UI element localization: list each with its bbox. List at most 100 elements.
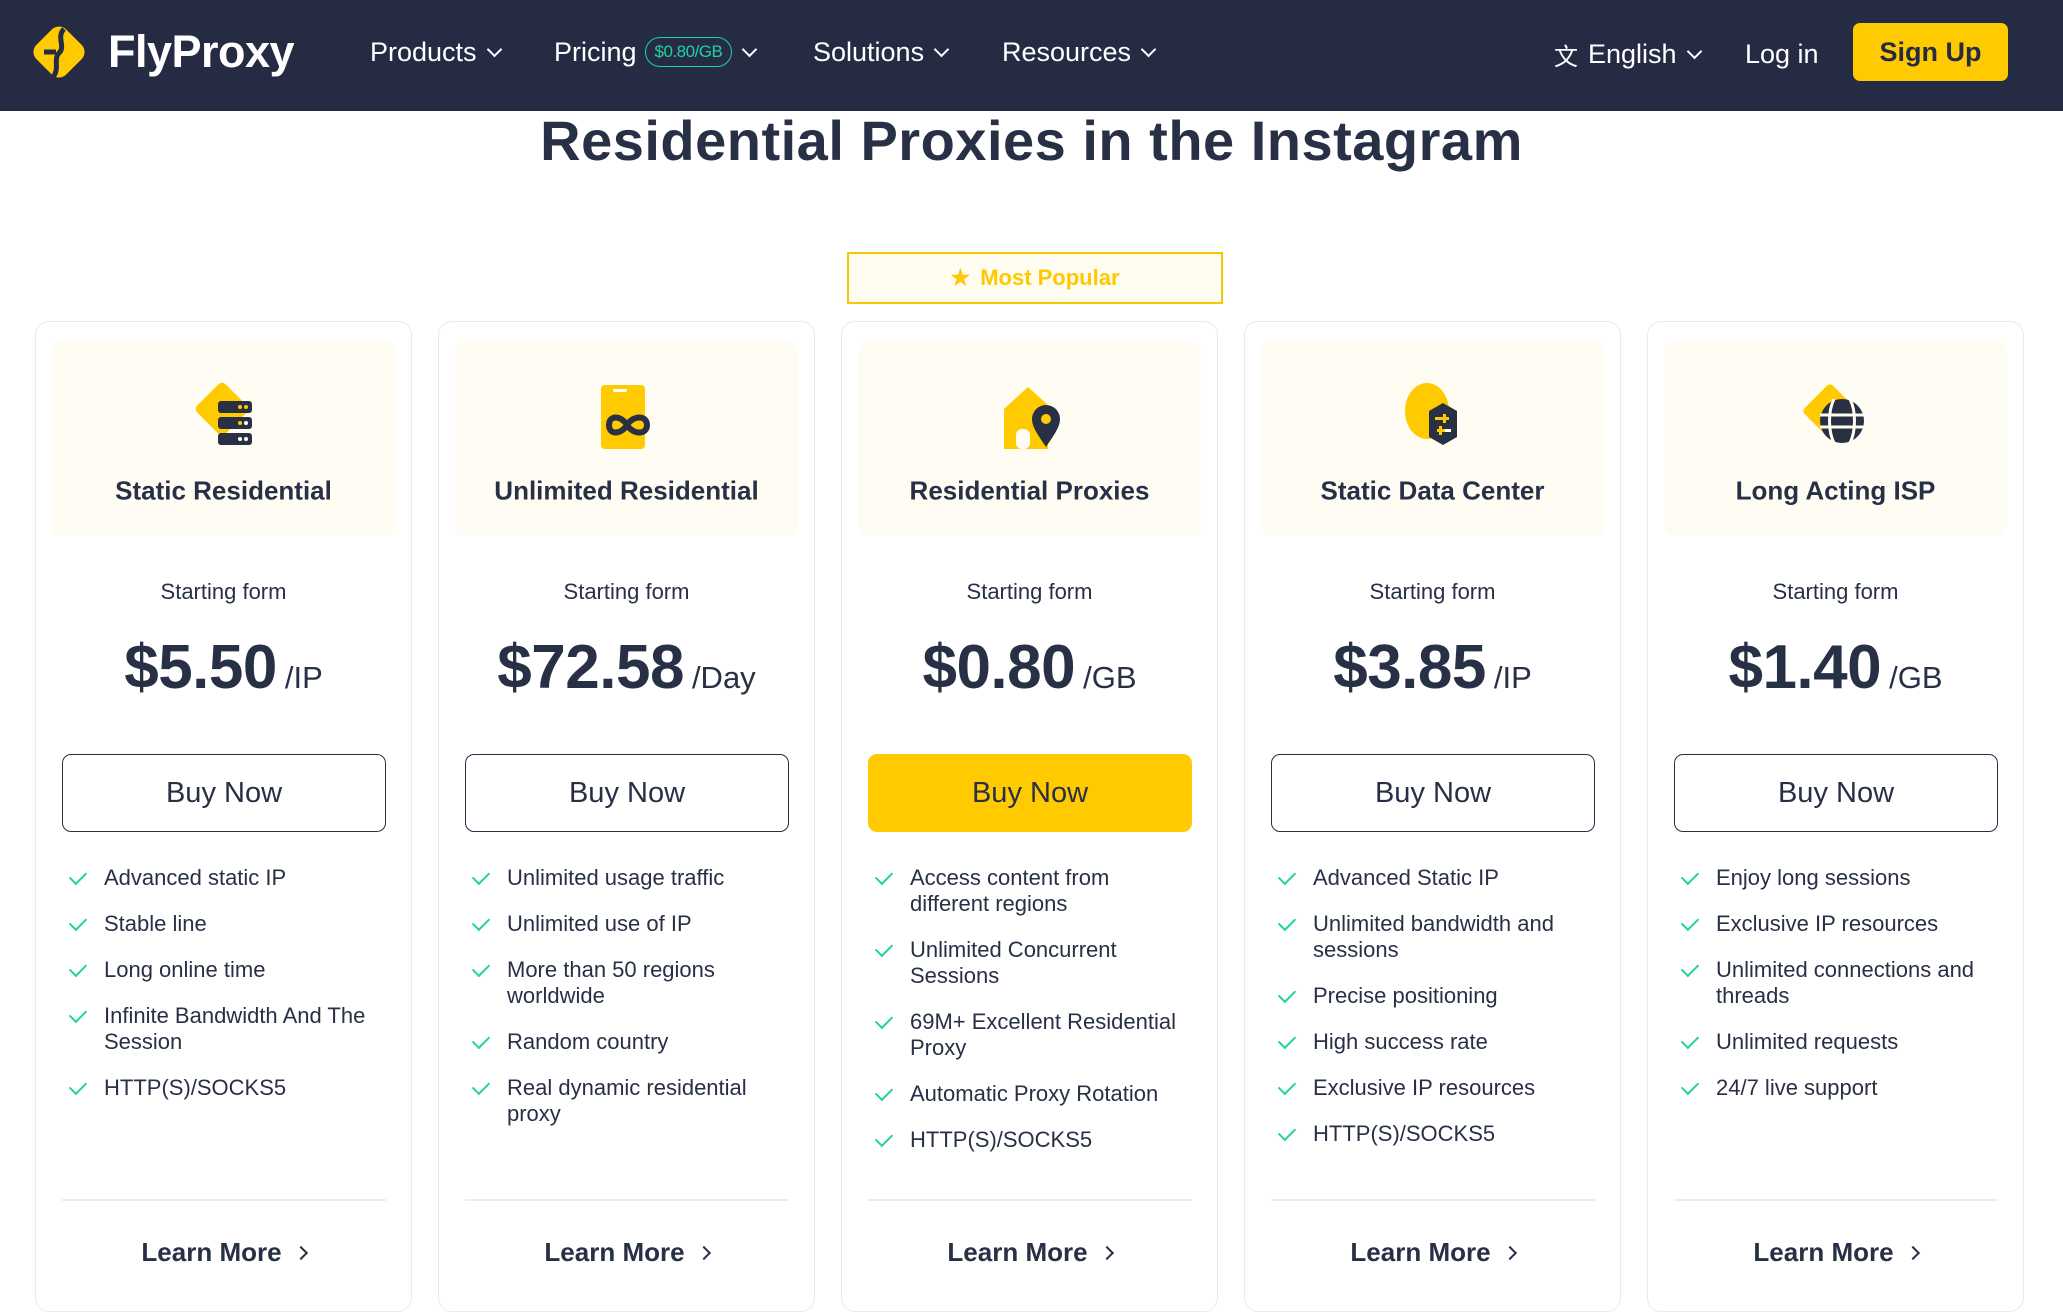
learn-more-link[interactable]: Learn More — [36, 1237, 411, 1268]
nav-resources[interactable]: Resources — [1002, 30, 1157, 74]
feature-text: Unlimited usage traffic — [507, 865, 725, 890]
nav-resources-label: Resources — [1002, 36, 1132, 67]
check-icon — [1680, 866, 1700, 886]
feature-text: HTTP(S)/SOCKS5 — [104, 1075, 287, 1100]
brand-logo[interactable]: FlyProxy — [26, 19, 295, 85]
chevron-right-icon — [1502, 1245, 1517, 1260]
feature-text: HTTP(S)/SOCKS5 — [910, 1127, 1093, 1152]
feature-item: HTTP(S)/SOCKS5 — [66, 1075, 386, 1101]
chevron-right-icon — [1099, 1245, 1114, 1260]
price-unit: /IP — [284, 660, 323, 695]
check-icon — [68, 1076, 88, 1096]
learn-more-link[interactable]: Learn More — [842, 1237, 1217, 1268]
feature-item: Advanced static IP — [66, 865, 386, 891]
price-unit: /Day — [691, 660, 756, 695]
chevron-right-icon — [696, 1245, 711, 1260]
divider — [62, 1199, 386, 1201]
price-unit: /GB — [1889, 660, 1943, 695]
card-title: Unlimited Residential — [494, 475, 759, 506]
feature-item: More than 50 regions worldwide — [469, 957, 789, 1009]
buy-now-button[interactable]: Buy Now — [868, 754, 1192, 832]
star-icon: ★ — [950, 265, 971, 290]
nav-pricing-label: Pricing — [554, 36, 637, 67]
feature-item: Precise positioning — [1275, 983, 1595, 1009]
check-icon — [471, 958, 491, 978]
card-header: Static Data Center — [1261, 341, 1604, 536]
chevron-down-icon — [486, 41, 502, 57]
feature-text: 24/7 live support — [1716, 1075, 1878, 1100]
learn-more-link[interactable]: Learn More — [1245, 1237, 1620, 1268]
language-selector[interactable]: 文 English — [1554, 32, 1702, 76]
price: $1.40 /GB — [1648, 632, 2023, 703]
pricing-card-static-residential: Static Residential Starting form $5.50 /… — [35, 321, 412, 1312]
feature-item: Unlimited Concurrent Sessions — [872, 937, 1192, 989]
price-amount: $3.85 — [1333, 633, 1486, 702]
feature-item: Unlimited requests — [1678, 1029, 1998, 1055]
feature-text: Access content from different regions — [910, 865, 1110, 916]
check-icon — [68, 1004, 88, 1024]
buy-now-button[interactable]: Buy Now — [62, 754, 386, 832]
starting-label: Starting form — [1772, 579, 1899, 604]
feature-text: High success rate — [1313, 1029, 1488, 1054]
pricing-card-residential-proxies: Residential Proxies Starting form $0.80 … — [841, 321, 1218, 1312]
check-icon — [874, 1082, 894, 1102]
divider — [1674, 1199, 1998, 1201]
check-icon — [1680, 1030, 1700, 1050]
page-title: Residential Proxies in the Instagram — [540, 109, 1523, 172]
feature-item: 24/7 live support — [1678, 1075, 1998, 1101]
feature-item: 69M+ Excellent Residential Proxy — [872, 1009, 1192, 1061]
buy-now-button[interactable]: Buy Now — [1674, 754, 1998, 832]
divider — [868, 1199, 1192, 1201]
feature-item: Enjoy long sessions — [1678, 865, 1998, 891]
feature-item: Advanced Static IP — [1275, 865, 1595, 891]
login-link[interactable]: Log in — [1745, 32, 1819, 76]
price-unit: /IP — [1493, 660, 1532, 695]
check-icon — [1277, 1122, 1297, 1142]
language-label: English — [1588, 38, 1677, 69]
learn-more-label: Learn More — [1753, 1237, 1894, 1267]
buy-now-button[interactable]: Buy Now — [465, 754, 789, 832]
nav-solutions[interactable]: Solutions — [813, 30, 950, 74]
learn-more-link[interactable]: Learn More — [1648, 1237, 2023, 1268]
feature-text: 69M+ Excellent Residential Proxy — [910, 1009, 1176, 1060]
price: $3.85 /IP — [1245, 632, 1620, 703]
buy-now-button[interactable]: Buy Now — [1271, 754, 1595, 832]
nav-pricing[interactable]: Pricing $0.80/GB — [554, 30, 758, 74]
feature-text: Advanced Static IP — [1313, 865, 1499, 890]
feature-text: Random country — [507, 1029, 669, 1054]
pricing-card-unlimited-residential: Unlimited Residential Starting form $72.… — [438, 321, 815, 1312]
starting-label: Starting form — [563, 579, 690, 604]
feature-item: Real dynamic residential proxy — [469, 1075, 789, 1127]
feature-list: Enjoy long sessions Exclusive IP resource… — [1678, 865, 1998, 1121]
brand-name: FlyProxy — [108, 26, 295, 77]
learn-more-link[interactable]: Learn More — [439, 1237, 814, 1268]
feature-text: Exclusive IP resources — [1313, 1075, 1536, 1100]
check-icon — [1680, 1076, 1700, 1096]
chevron-down-icon — [1140, 41, 1157, 57]
feature-text: Stable line — [104, 911, 207, 936]
learn-more-label: Learn More — [947, 1237, 1088, 1267]
feature-text: Unlimited Concurrent Sessions — [910, 937, 1117, 988]
phone-infinity-icon — [591, 379, 663, 451]
card-title: Static Residential — [115, 475, 332, 506]
feature-item: Automatic Proxy Rotation — [872, 1081, 1192, 1107]
price-amount: $72.58 — [497, 633, 684, 702]
starting-label: Starting form — [1369, 579, 1496, 604]
feature-list: Advanced static IP Stable line Long online… — [66, 865, 386, 1121]
feature-item: Unlimited connections and threads — [1678, 957, 1998, 1009]
signup-button[interactable]: Sign Up — [1853, 23, 2008, 81]
most-popular-label: Most Popular — [980, 265, 1120, 290]
price-unit: /GB — [1083, 660, 1137, 695]
feature-item: HTTP(S)/SOCKS5 — [1275, 1121, 1595, 1147]
card-header: Unlimited Residential — [455, 341, 798, 536]
card-title: Residential Proxies — [909, 475, 1150, 506]
check-icon — [471, 1030, 491, 1050]
feature-text: More than 50 regions worldwide — [507, 957, 715, 1008]
price: $5.50 /IP — [36, 632, 411, 703]
nav-products[interactable]: Products — [370, 30, 502, 74]
pricing-badge: $0.80/GB — [644, 37, 733, 67]
most-popular-badge: ★ Most Popular — [847, 252, 1223, 304]
price: $72.58 /Day — [439, 632, 814, 703]
check-icon — [874, 938, 894, 958]
feature-item: Random country — [469, 1029, 789, 1055]
